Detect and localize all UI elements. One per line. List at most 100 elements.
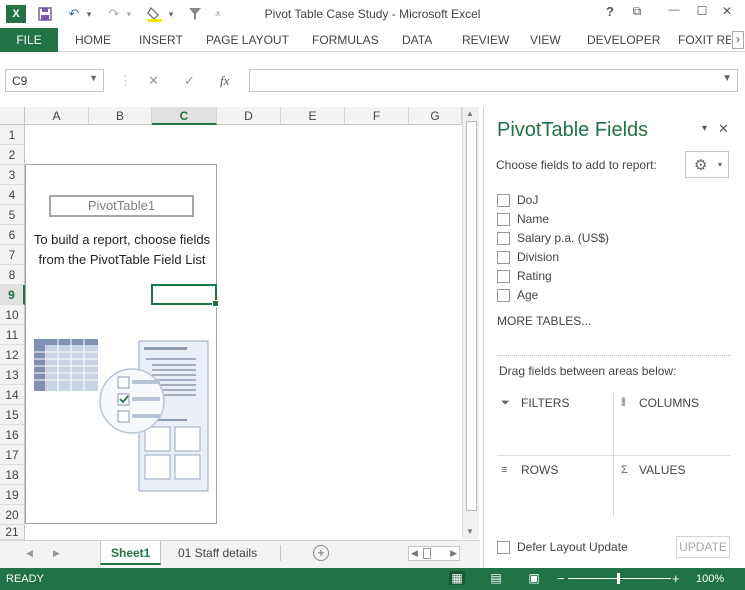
field-checkbox[interactable] (497, 250, 510, 264)
ribbon-display-options-icon[interactable]: ⧉ (625, 4, 649, 24)
zoom-in-icon[interactable]: + (672, 571, 680, 586)
new-sheet-button[interactable]: + (313, 545, 329, 561)
row-header-11[interactable]: 11 (0, 325, 25, 345)
row-header-20[interactable]: 20 (0, 505, 25, 525)
row-header-15[interactable]: 15 (0, 405, 25, 425)
tab-developer[interactable]: DEVELOPER (587, 28, 660, 52)
insert-function-icon[interactable]: fx (220, 73, 229, 89)
field-checkbox[interactable] (497, 288, 510, 302)
tab-view[interactable]: VIEW (530, 28, 561, 52)
column-header-c[interactable]: C (152, 107, 217, 125)
active-cell-c9[interactable] (151, 284, 219, 307)
tab-foxit-reader[interactable]: FOXIT REA (678, 28, 731, 52)
field-checkbox[interactable] (497, 212, 510, 226)
pane-close-icon[interactable]: ✕ (718, 121, 729, 137)
zoom-out-icon[interactable]: − (557, 571, 565, 586)
tab-formulas[interactable]: FORMULAS (312, 28, 379, 52)
field-checkbox[interactable] (497, 193, 510, 207)
vertical-scrollbar[interactable]: ▲ ▼ (462, 107, 479, 539)
field-rating[interactable]: Rating (497, 268, 552, 284)
tab-sheet1[interactable]: Sheet1 (100, 541, 162, 565)
field-name[interactable]: Name (497, 211, 549, 227)
scroll-up-icon[interactable]: ▲ (466, 109, 474, 118)
tab-staff-details[interactable]: 01 Staff details (168, 541, 267, 565)
row-header-7[interactable]: 7 (0, 245, 25, 265)
columns-area[interactable]: ⦀ COLUMNS (617, 396, 731, 452)
more-tables-link[interactable]: MORE TABLES... (497, 314, 591, 328)
scroll-right-icon[interactable]: ▶ (450, 548, 457, 559)
page-break-view-icon[interactable]: ▣ (526, 571, 542, 585)
pane-options-dropdown-icon[interactable]: ▾ (702, 123, 707, 134)
field-age[interactable]: Age (497, 287, 538, 303)
tab-review[interactable]: REVIEW (462, 28, 509, 52)
field-label: Age (517, 288, 539, 302)
row-header-14[interactable]: 14 (0, 385, 25, 405)
rows-area[interactable]: ≡ ROWS (497, 463, 611, 519)
row-header-13[interactable]: 13 (0, 365, 25, 385)
scroll-down-icon[interactable]: ▼ (466, 527, 474, 536)
row-header-9[interactable]: 9 (0, 285, 25, 305)
tab-page-layout[interactable]: PAGE LAYOUT (206, 28, 289, 52)
field-doj[interactable]: DoJ (497, 192, 538, 208)
update-button[interactable]: UPDATE (676, 536, 730, 558)
tab-home[interactable]: HOME (75, 28, 111, 52)
enter-icon[interactable]: ✓ (184, 73, 195, 89)
file-tab[interactable]: FILE (0, 28, 58, 52)
field-checkbox[interactable] (497, 231, 510, 245)
row-header-18[interactable]: 18 (0, 465, 25, 485)
values-area[interactable]: Σ VALUES (617, 463, 731, 519)
tab-insert[interactable]: INSERT (139, 28, 183, 52)
vertical-scroll-thumb[interactable] (466, 121, 477, 511)
column-header-a[interactable]: A (25, 107, 89, 125)
normal-view-icon[interactable]: ▦ (449, 571, 465, 585)
field-settings-button[interactable]: ⚙ ▾ (685, 151, 729, 178)
column-header-d[interactable]: D (217, 107, 281, 125)
select-all-corner[interactable] (0, 107, 25, 125)
row-header-5[interactable]: 5 (0, 205, 25, 225)
column-header-f[interactable]: F (345, 107, 409, 125)
maximize-icon[interactable]: ☐ (690, 4, 714, 24)
row-header-1[interactable]: 1 (0, 125, 25, 145)
sheet-prev-icon[interactable]: ◀ (26, 548, 33, 559)
row-header-17[interactable]: 17 (0, 445, 25, 465)
formula-input[interactable]: ▼ (249, 69, 738, 92)
pivot-table-placeholder[interactable]: PivotTable1 To build a report, choose fi… (25, 164, 217, 524)
row-header-21[interactable]: 21 (0, 525, 25, 540)
row-header-10[interactable]: 10 (0, 305, 25, 325)
column-header-g[interactable]: G (409, 107, 462, 125)
name-box[interactable]: C9 ▼ (5, 69, 104, 92)
filters-area[interactable]: ⏷ FILTERS (497, 396, 611, 452)
scroll-left-icon[interactable]: ◀ (411, 548, 418, 559)
zoom-slider-thumb[interactable] (617, 573, 620, 584)
page-layout-view-icon[interactable]: ▤ (488, 571, 504, 585)
cancel-icon[interactable]: ✕ (148, 73, 159, 89)
column-header-b[interactable]: B (89, 107, 152, 125)
help-icon[interactable]: ? (598, 4, 622, 24)
filters-icon: ⏷ (501, 397, 510, 409)
field-salary[interactable]: Salary p.a. (US$) (497, 230, 609, 246)
values-icon: Σ (621, 464, 628, 476)
row-header-16[interactable]: 16 (0, 425, 25, 445)
expand-formula-bar-icon[interactable]: ▼ (722, 73, 732, 84)
tab-data[interactable]: DATA (402, 28, 432, 52)
row-header-8[interactable]: 8 (0, 265, 25, 285)
field-division[interactable]: Division (497, 249, 559, 265)
horizontal-scrollbar[interactable]: ◀ ▶ (408, 546, 460, 561)
defer-layout-checkbox[interactable] (497, 540, 510, 554)
horizontal-scroll-thumb[interactable] (423, 548, 431, 559)
close-icon[interactable]: ✕ (715, 4, 739, 24)
sheet-next-icon[interactable]: ▶ (53, 548, 60, 559)
row-header-3[interactable]: 3 (0, 165, 25, 185)
defer-layout-update[interactable]: Defer Layout Update (497, 539, 628, 555)
minimize-icon[interactable]: — (662, 4, 686, 24)
row-header-12[interactable]: 12 (0, 345, 25, 365)
row-header-4[interactable]: 4 (0, 185, 25, 205)
zoom-level[interactable]: 100% (696, 573, 724, 585)
row-header-19[interactable]: 19 (0, 485, 25, 505)
row-header-6[interactable]: 6 (0, 225, 25, 245)
column-header-e[interactable]: E (281, 107, 345, 125)
name-box-dropdown-icon[interactable]: ▼ (89, 73, 98, 83)
field-checkbox[interactable] (497, 269, 510, 283)
ribbon-scroll-right-icon[interactable]: › (732, 31, 744, 49)
row-header-2[interactable]: 2 (0, 145, 25, 165)
